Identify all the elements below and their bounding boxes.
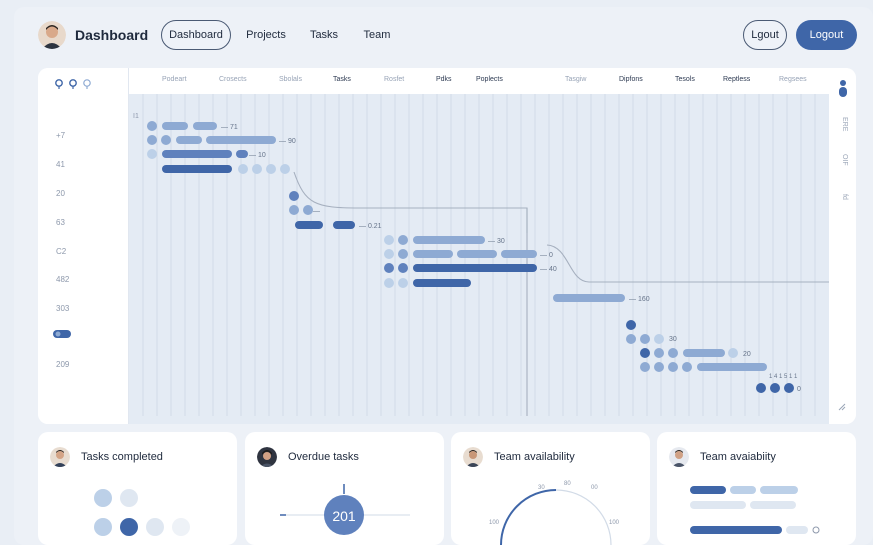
availability-gauge xyxy=(500,489,612,545)
bar-label: — 10 xyxy=(249,152,266,159)
completion-dots xyxy=(94,489,190,536)
user-avatar xyxy=(463,447,483,467)
column-header: Crosects xyxy=(219,76,247,83)
secondary-logout-button[interactable]: Lgout xyxy=(743,20,787,50)
gantt-card: +7 41 20 63 C2 482 303 209 Podeart Crose… xyxy=(38,68,856,424)
pin-icon[interactable] xyxy=(68,79,78,89)
column-header: Rosfet xyxy=(384,76,405,83)
gauge-label: 30 xyxy=(538,485,545,491)
user-avatar xyxy=(257,447,277,467)
filter-icons xyxy=(54,79,92,89)
row-label: 41 xyxy=(56,160,65,169)
resize-icon[interactable] xyxy=(838,403,846,411)
bar-label: 1 4 1 5 1 1 xyxy=(769,374,798,380)
pin-icon[interactable] xyxy=(82,79,92,89)
bar-label: — 71 xyxy=(221,124,238,131)
nav-projects[interactable]: Projects xyxy=(240,20,292,50)
user-icon[interactable] xyxy=(838,79,848,97)
user-avatar[interactable] xyxy=(38,21,66,49)
user-avatar xyxy=(50,447,70,467)
row-label: 63 xyxy=(56,218,65,227)
y-axis-marker: I1 xyxy=(133,113,139,120)
column-header: Tesols xyxy=(675,76,695,83)
row-indicator[interactable] xyxy=(53,330,71,338)
nav-dashboard[interactable]: Dashboard xyxy=(161,20,231,50)
bar-label: — 30 xyxy=(488,238,505,245)
card-title: Team avaiabiity xyxy=(700,451,776,463)
column-header: Pdks xyxy=(436,76,452,83)
gauge-label: 100 xyxy=(609,520,620,526)
row-label: C2 xyxy=(56,247,67,256)
side-label: OIF xyxy=(841,154,848,166)
column-header: Regsees xyxy=(779,76,807,83)
row-label: 209 xyxy=(56,360,70,369)
nav-team[interactable]: Team xyxy=(357,20,397,50)
bar-label: 0 xyxy=(797,386,801,393)
column-header: Reptless xyxy=(723,76,751,83)
bar-label: 20 xyxy=(743,351,751,358)
tasks-completed-card: Tasks completed xyxy=(38,432,237,545)
overdue-tasks-card: Overdue tasks 201 xyxy=(245,432,444,545)
row-label: 482 xyxy=(56,275,70,284)
side-label: ERE xyxy=(841,117,848,132)
gauge-label: 80 xyxy=(564,481,571,487)
side-label: fd xyxy=(841,194,848,200)
top-nav: Dashboard Dashboard Projects Tasks Team … xyxy=(14,7,873,65)
pin-icon[interactable] xyxy=(54,79,64,89)
gantt-side-panel: ERE OIF fd xyxy=(829,68,856,424)
card-title: Tasks completed xyxy=(81,451,163,463)
bar-label: — xyxy=(313,208,320,215)
card-title: Overdue tasks xyxy=(288,451,359,463)
logout-button[interactable]: Logout xyxy=(796,20,857,50)
bar-label: — 0.21 xyxy=(359,223,382,230)
gauge-label: 100 xyxy=(489,520,500,526)
column-header: Poplects xyxy=(476,76,503,83)
card-title: Team availability xyxy=(494,451,575,463)
gantt-grid: — 71 — 90 — 10 — — 0.21 — 30 — 0 — 40 — … xyxy=(129,94,829,424)
row-label: 20 xyxy=(56,189,65,198)
column-header: Tasgiw xyxy=(565,76,587,83)
column-header: Podeart xyxy=(162,76,187,83)
gauge-label: 00 xyxy=(591,485,598,491)
availability-bars xyxy=(690,486,820,534)
gantt-row-labels: +7 41 20 63 C2 482 303 209 xyxy=(38,68,129,424)
team-availability-card: Team availability 30 80 00 100 100 xyxy=(451,432,650,545)
app-frame: Dashboard Dashboard Projects Tasks Team … xyxy=(14,7,873,545)
column-header: Dipfons xyxy=(619,76,643,83)
bar-label: — 90 xyxy=(279,138,296,145)
app-title: Dashboard xyxy=(75,27,149,43)
row-label: 303 xyxy=(56,304,70,313)
bar-label: — 40 xyxy=(540,266,557,273)
overdue-count: 201 xyxy=(332,508,356,524)
team-availability-bars-card: Team avaiabiity xyxy=(657,432,856,545)
column-header: Tasks xyxy=(333,76,351,83)
row-label: +7 xyxy=(56,131,66,140)
bar-label: — 0 xyxy=(540,252,553,259)
bar-label: — 160 xyxy=(629,296,650,303)
gantt-chart: Podeart Crosects Sbolals Tasks Rosfet Pd… xyxy=(129,68,829,424)
user-avatar xyxy=(669,447,689,467)
nav-tasks[interactable]: Tasks xyxy=(305,20,343,50)
column-header: Sbolals xyxy=(279,76,302,83)
bar-label: 30 xyxy=(669,336,677,343)
